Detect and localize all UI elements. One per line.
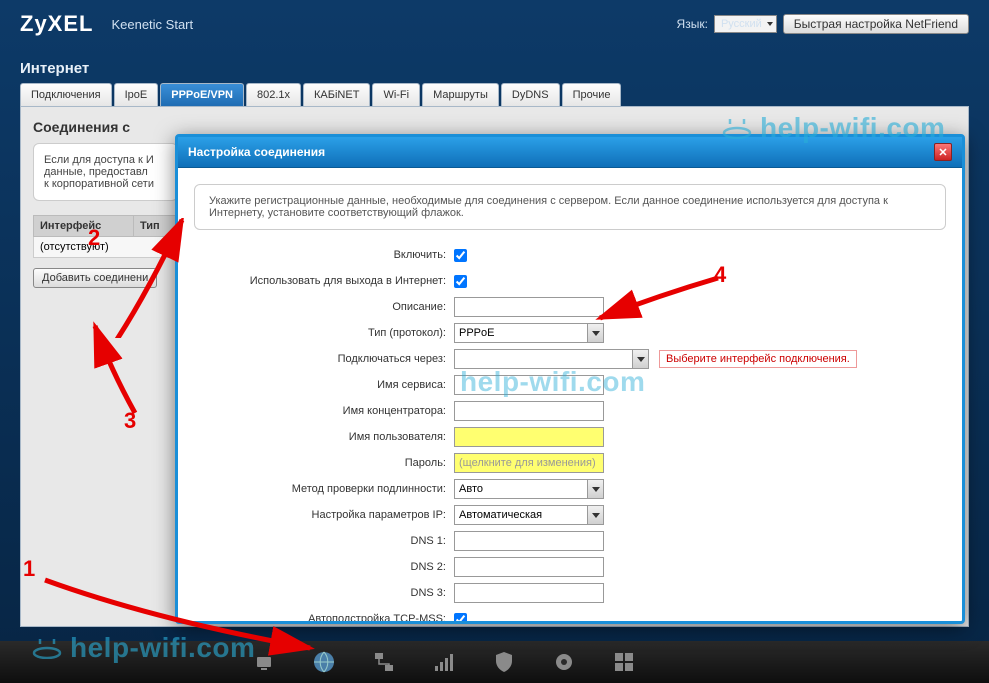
label-description: Описание: xyxy=(194,301,454,313)
globe-icon[interactable] xyxy=(310,648,338,676)
label-connect-via: Подключаться через: xyxy=(194,353,454,365)
close-icon[interactable]: ✕ xyxy=(934,143,952,161)
info-box: Если для доступа к И данные, предоставл … xyxy=(33,143,178,201)
grid-icon[interactable] xyxy=(610,648,638,676)
tab-dyndns[interactable]: DyDNS xyxy=(501,83,560,106)
description-input[interactable] xyxy=(454,297,604,317)
info-line2: данные, предоставл xyxy=(44,166,148,178)
empty-row: (отсутствуют) xyxy=(34,237,178,258)
dns2-input[interactable] xyxy=(454,557,604,577)
label-protocol: Тип (протокол): xyxy=(194,327,454,339)
connection-settings-dialog: Настройка соединения ✕ Укажите регистрац… xyxy=(175,134,965,624)
enable-checkbox[interactable] xyxy=(454,249,467,262)
signal-icon[interactable] xyxy=(430,648,458,676)
quick-setup-button[interactable]: Быстрая настройка NetFriend xyxy=(783,14,969,34)
info-line1: Если для доступа к И xyxy=(44,154,154,166)
gear-icon[interactable] xyxy=(550,648,578,676)
tab-ipoe[interactable]: IpoE xyxy=(114,83,159,106)
tab-bar: Подключения IpoE PPPoE/VPN 802.1x КАБiNE… xyxy=(20,83,969,107)
label-use-for-internet: Использовать для выхода в Интернет: xyxy=(194,275,454,287)
label-password: Пароль: xyxy=(194,457,454,469)
language-label: Язык: xyxy=(677,17,708,31)
tab-other[interactable]: Прочие xyxy=(562,83,622,106)
add-connection-button[interactable]: Добавить соединени xyxy=(33,268,157,288)
section-title: Соединения с xyxy=(33,119,956,135)
ip-config-select[interactable] xyxy=(454,505,604,525)
tab-connections[interactable]: Подключения xyxy=(20,83,112,106)
status-icon[interactable] xyxy=(250,648,278,676)
connections-table: Интерфейс Тип (отсутствуют) xyxy=(33,215,178,258)
dialog-description: Укажите регистрационные данные, необходи… xyxy=(194,184,946,230)
language-select[interactable]: Русский xyxy=(714,15,777,33)
bottom-dock xyxy=(0,641,989,683)
col-type: Тип xyxy=(133,216,177,237)
header-right: Язык: Русский Быстрая настройка NetFrien… xyxy=(677,14,969,34)
connect-via-select[interactable] xyxy=(454,349,649,369)
product-subtitle: Keenetic Start xyxy=(111,17,193,32)
info-line3: к корпоративной сети xyxy=(44,178,154,190)
logo: ZyXEL xyxy=(20,11,93,37)
service-name-input[interactable] xyxy=(454,375,604,395)
label-dns1: DNS 1: xyxy=(194,535,454,547)
col-interface: Интерфейс xyxy=(34,216,134,237)
label-ip-config: Настройка параметров IP: xyxy=(194,509,454,521)
shield-icon[interactable] xyxy=(490,648,518,676)
label-auth-method: Метод проверки подлинности: xyxy=(194,483,454,495)
label-username: Имя пользователя: xyxy=(194,431,454,443)
header: ZyXEL Keenetic Start Язык: Русский Быстр… xyxy=(0,0,989,48)
protocol-select[interactable] xyxy=(454,323,604,343)
network-icon[interactable] xyxy=(370,648,398,676)
password-input[interactable] xyxy=(454,453,604,473)
connect-via-error: Выберите интерфейс подключения. xyxy=(659,350,857,368)
dialog-title: Настройка соединения xyxy=(188,145,325,159)
tab-kabinet[interactable]: КАБiNET xyxy=(303,83,370,106)
page-title: Интернет xyxy=(0,48,989,83)
use-for-internet-checkbox[interactable] xyxy=(454,275,467,288)
label-dns2: DNS 2: xyxy=(194,561,454,573)
auth-method-select[interactable] xyxy=(454,479,604,499)
tab-pppoe-vpn[interactable]: PPPoE/VPN xyxy=(160,83,244,106)
label-service-name: Имя сервиса: xyxy=(194,379,454,391)
label-enable: Включить: xyxy=(194,249,454,261)
label-concentrator-name: Имя концентратора: xyxy=(194,405,454,417)
tab-routes[interactable]: Маршруты xyxy=(422,83,499,106)
dialog-titlebar: Настройка соединения ✕ xyxy=(178,137,962,168)
dialog-body: Укажите регистрационные данные, необходи… xyxy=(178,168,962,621)
dns3-input[interactable] xyxy=(454,583,604,603)
label-dns3: DNS 3: xyxy=(194,587,454,599)
dns1-input[interactable] xyxy=(454,531,604,551)
label-tcp-mss: Автоподстройка TCP-MSS: xyxy=(194,613,454,621)
tab-8021x[interactable]: 802.1x xyxy=(246,83,301,106)
username-input[interactable] xyxy=(454,427,604,447)
tab-wifi[interactable]: Wi-Fi xyxy=(372,83,420,106)
tcp-mss-checkbox[interactable] xyxy=(454,613,467,622)
concentrator-name-input[interactable] xyxy=(454,401,604,421)
